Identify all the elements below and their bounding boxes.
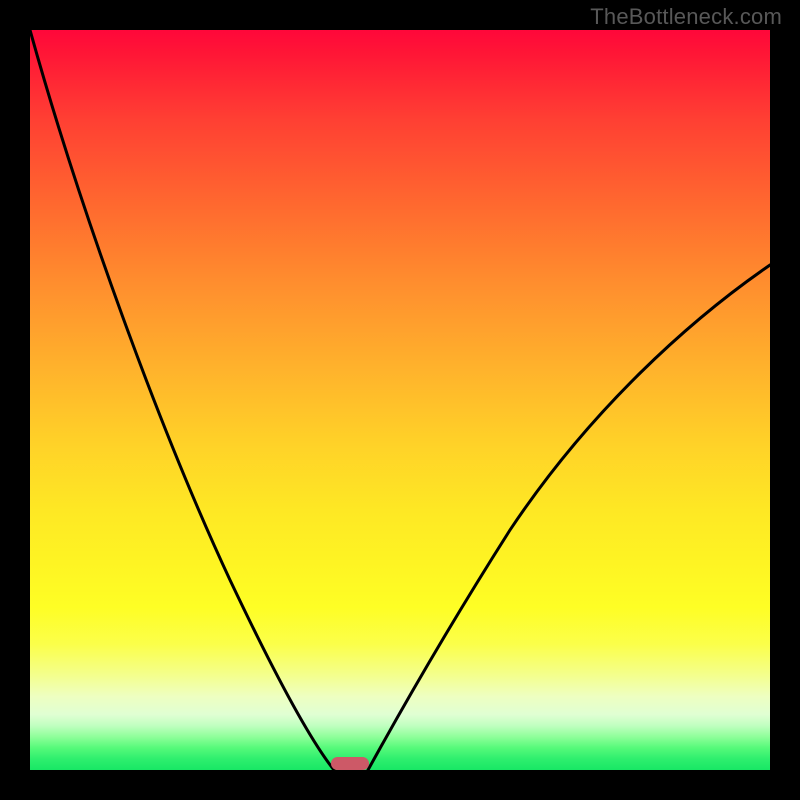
bottom-pill-marker bbox=[331, 757, 369, 770]
curve-left-branch bbox=[30, 30, 334, 770]
plot-area bbox=[30, 30, 770, 770]
curve-right-branch bbox=[368, 265, 770, 770]
watermark-text: TheBottleneck.com bbox=[590, 4, 782, 30]
curve-layer bbox=[30, 30, 770, 770]
